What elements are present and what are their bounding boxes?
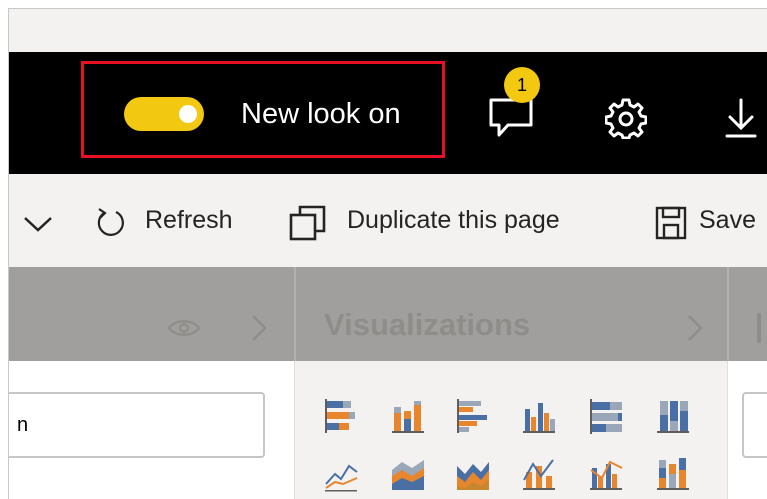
line-chart-icon[interactable] bbox=[323, 456, 359, 492]
stacked-column-chart-icon[interactable] bbox=[390, 399, 426, 435]
ribbon-chart-icon[interactable] bbox=[655, 456, 691, 492]
header-bar: New look on 1 bbox=[9, 52, 767, 174]
stacked-bar-chart-icon[interactable] bbox=[323, 399, 359, 435]
modal-overlay-panel: Visualizations bbox=[9, 267, 767, 361]
eye-icon[interactable] bbox=[167, 317, 201, 339]
window-top-strip bbox=[9, 9, 767, 52]
ribbon-toolbar: Refresh Duplicate this page Save bbox=[9, 174, 767, 267]
download-icon[interactable] bbox=[724, 97, 758, 139]
filters-search-field[interactable] bbox=[742, 392, 767, 458]
clustered-column-chart-icon[interactable] bbox=[521, 399, 557, 435]
line-and-clustered-column-chart-icon[interactable] bbox=[588, 456, 624, 492]
100-stacked-column-chart-icon[interactable] bbox=[655, 399, 691, 435]
pane-divider bbox=[294, 267, 296, 361]
new-look-label: New look on bbox=[241, 98, 401, 130]
refresh-button[interactable]: Refresh bbox=[145, 204, 233, 236]
visualizations-gallery bbox=[295, 361, 727, 499]
visualizations-pane-title: Visualizations bbox=[324, 307, 531, 342]
gear-icon[interactable] bbox=[605, 97, 647, 139]
notification-badge: 1 bbox=[504, 67, 540, 103]
toggle-knob bbox=[179, 105, 197, 123]
pane-divider bbox=[727, 267, 729, 361]
stacked-area-chart-icon[interactable] bbox=[455, 456, 491, 492]
filters-pane bbox=[727, 361, 767, 499]
new-look-toggle[interactable] bbox=[124, 97, 204, 131]
chevron-right-icon[interactable] bbox=[249, 313, 269, 343]
chevron-down-icon[interactable] bbox=[23, 214, 53, 234]
area-chart-icon[interactable] bbox=[390, 456, 426, 492]
save-button[interactable]: Save bbox=[699, 204, 756, 236]
search-input[interactable] bbox=[9, 394, 263, 456]
pane-partial-glyph bbox=[757, 313, 761, 343]
refresh-icon bbox=[97, 208, 124, 236]
100-stacked-bar-chart-icon[interactable] bbox=[588, 399, 624, 435]
app-window: New look on 1 Refresh Duplicate this pag… bbox=[8, 8, 767, 499]
chevron-right-icon[interactable] bbox=[685, 313, 705, 343]
clustered-bar-chart-icon[interactable] bbox=[455, 399, 491, 435]
search-field[interactable] bbox=[9, 392, 265, 458]
duplicate-page-icon bbox=[289, 205, 326, 241]
fields-pane bbox=[9, 361, 294, 499]
feedback-icon[interactable] bbox=[488, 97, 534, 139]
save-icon bbox=[655, 206, 687, 240]
duplicate-page-button[interactable]: Duplicate this page bbox=[347, 204, 560, 236]
line-and-stacked-column-chart-icon[interactable] bbox=[521, 456, 557, 492]
